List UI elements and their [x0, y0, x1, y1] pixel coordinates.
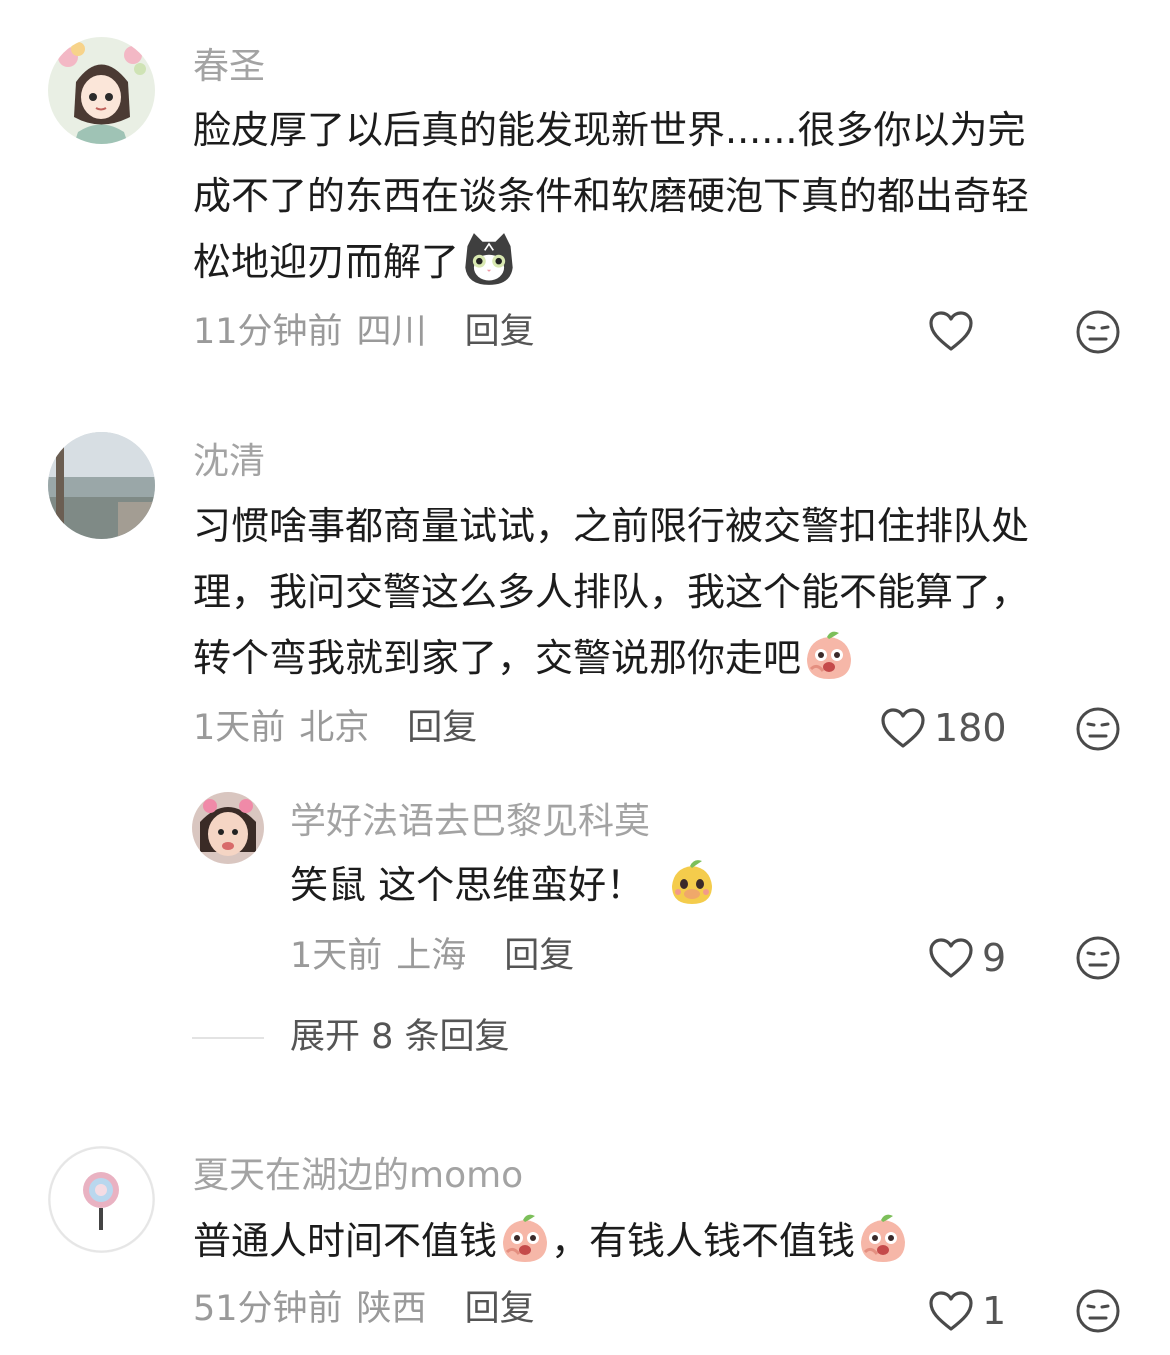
- reply-text: 笑鼠 这个思维蛮好！: [290, 852, 1110, 918]
- reply-location: 上海: [396, 936, 467, 976]
- dislike-button[interactable]: [1075, 309, 1121, 359]
- avatar[interactable]: [48, 432, 155, 539]
- comment-time: 1天前: [193, 708, 286, 748]
- comment-text: 习惯啥事都商量试试，之前限行被交警扣住排队处 理，我问交警这么多人排队，我这个能…: [193, 493, 1133, 691]
- comment-text-line: 理，我问交警这么多人排队，我这个能不能算了，: [193, 570, 1030, 614]
- comment-text-line: 成不了的东西在谈条件和软磨硬泡下真的都出奇轻: [193, 174, 1030, 218]
- like-button[interactable]: 180: [880, 706, 1007, 750]
- reply-button[interactable]: 回复: [407, 708, 477, 748]
- dislike-button[interactable]: [1075, 706, 1121, 756]
- reply-meta: 1天前 上海 回复: [290, 934, 574, 978]
- username[interactable]: 夏天在湖边的momo: [193, 1154, 523, 1198]
- comment-text: 普通人时间不值钱 ，有钱人钱不值钱: [193, 1208, 1133, 1274]
- reply-button[interactable]: 回复: [504, 936, 574, 976]
- dislike-button[interactable]: [1075, 935, 1121, 985]
- reply-username[interactable]: 学好法语去巴黎见科莫: [290, 800, 650, 844]
- username[interactable]: 春圣: [193, 45, 265, 89]
- like-button[interactable]: 9: [928, 936, 1006, 980]
- comment-meta: 11分钟前 四川 回复: [193, 310, 535, 354]
- comment-text-line: 脸皮厚了以后真的能发现新世界......很多你以为完: [193, 108, 1026, 152]
- meh-face-icon: [1076, 1289, 1120, 1333]
- comment-text-segment: 普通人时间不值钱: [193, 1219, 498, 1263]
- cat-emoji: [465, 233, 513, 285]
- comment-text-line: 松地迎刃而解了: [193, 229, 1133, 295]
- comment-meta: 51分钟前 陕西 回复: [193, 1287, 535, 1331]
- like-count: 9: [982, 936, 1007, 980]
- heart-outline-icon: [929, 1291, 973, 1331]
- comment-location: 陕西: [356, 1289, 427, 1329]
- like-button[interactable]: 1: [928, 1289, 1006, 1333]
- heart-outline-icon: [929, 938, 973, 978]
- dislike-button[interactable]: [1075, 1288, 1121, 1338]
- comment-time: 11分钟前: [193, 312, 343, 352]
- avatar[interactable]: [48, 1146, 155, 1253]
- meh-face-icon: [1076, 310, 1120, 354]
- comment-location: 北京: [299, 708, 370, 748]
- peach-laugh-emoji: [861, 1214, 906, 1262]
- comment-meta: 1天前 北京 回复: [193, 706, 477, 750]
- comment-text-line: 转个弯我就到家了，交警说那你走吧: [193, 625, 1133, 691]
- reply-time: 1天前: [290, 936, 383, 976]
- expand-replies-button[interactable]: 展开 8 条回复: [290, 1015, 510, 1059]
- like-button[interactable]: [928, 310, 982, 352]
- comment-text-segment: 转个弯我就到家了，交警说那你走吧: [193, 636, 802, 680]
- reply-button[interactable]: 回复: [465, 1289, 535, 1329]
- comment-text-segment: ，有钱人钱不值钱: [551, 1219, 856, 1263]
- avatar[interactable]: [48, 37, 155, 144]
- comment-item: 春圣 脸皮厚了以后真的能发现新世界......很多你以为完 成不了的东西在谈条件…: [0, 0, 1170, 380]
- peach-laugh-emoji: [503, 1214, 548, 1262]
- like-count: 1: [982, 1289, 1007, 1333]
- heart-outline-icon: [881, 708, 925, 748]
- reply-avatar[interactable]: [192, 792, 264, 864]
- comment-text-segment: 松地迎刃而解了: [193, 240, 460, 284]
- comment-location: 四川: [356, 312, 427, 352]
- comment-text: 脸皮厚了以后真的能发现新世界......很多你以为完 成不了的东西在谈条件和软磨…: [193, 97, 1133, 295]
- reply-text-segment: 笑鼠 这个思维蛮好！: [290, 863, 645, 907]
- meh-face-icon: [1076, 707, 1120, 751]
- yellow-pear-emoji: [672, 860, 713, 904]
- comment-text-line: 习惯啥事都商量试试，之前限行被交警扣住排队处: [193, 504, 1030, 548]
- peach-laugh-emoji: [807, 631, 852, 679]
- heart-outline-icon: [929, 311, 973, 351]
- comment-time: 51分钟前: [193, 1289, 343, 1329]
- reply-button[interactable]: 回复: [465, 312, 535, 352]
- expand-divider: [192, 1037, 264, 1039]
- username[interactable]: 沈清: [193, 440, 265, 484]
- like-count: 180: [934, 706, 1007, 750]
- meh-face-icon: [1076, 936, 1120, 980]
